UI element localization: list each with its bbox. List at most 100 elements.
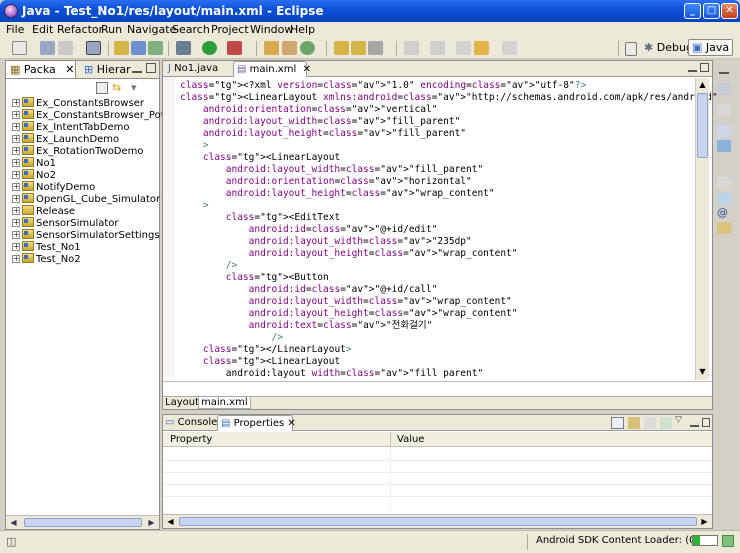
tab-no1-java[interactable]: J No1.java (165, 61, 229, 77)
project-item[interactable]: + Test_No2 (12, 253, 81, 265)
minimize-view-icon[interactable] (690, 418, 699, 427)
external-tools-icon[interactable] (227, 41, 242, 55)
close-icon[interactable]: ✕ (302, 64, 310, 75)
filter-icon[interactable] (628, 417, 640, 429)
minimize-editor-icon[interactable] (688, 63, 697, 72)
expand-icon[interactable]: + (12, 123, 20, 131)
code-line[interactable]: android:layout_width=class="av">"235dp" (180, 236, 472, 248)
perspective-java[interactable]: ▣ Java (688, 39, 734, 56)
code-line[interactable]: android:layout_height=class="av">"wrap_c… (180, 308, 518, 320)
declaration-icon[interactable] (717, 222, 731, 234)
javadoc-icon[interactable]: @ (717, 207, 731, 219)
close-icon[interactable]: ✕ (287, 418, 295, 429)
scroll-left-icon[interactable]: ◀ (165, 516, 176, 527)
trim-icon[interactable] (717, 104, 731, 116)
pin-icon[interactable] (660, 417, 672, 429)
expand-icon[interactable]: + (12, 159, 20, 167)
maximize-editor-icon[interactable] (700, 63, 709, 72)
project-item[interactable]: + No2 (12, 169, 56, 181)
menu-navigate[interactable]: Navigate (127, 23, 176, 36)
menu-project[interactable]: Project (211, 23, 249, 36)
code-line[interactable]: class="tg"><LinearLayout (180, 356, 340, 368)
expand-icon[interactable]: + (12, 255, 20, 263)
expand-icon[interactable]: + (12, 195, 20, 203)
outline-view-icon[interactable] (717, 140, 731, 152)
minimize-button[interactable]: _ (684, 3, 701, 19)
code-line[interactable]: android:text=class="av">"전화걸기" (180, 320, 433, 332)
code-line[interactable]: android:layout_width=class="av">"fill_pa… (180, 116, 460, 128)
outline-icon[interactable] (717, 83, 731, 95)
menu-file[interactable]: File (6, 23, 24, 36)
menu-run[interactable]: Run (101, 23, 122, 36)
code-line[interactable]: android:id=class="av">"@+id/edit" (180, 224, 438, 236)
expand-icon[interactable]: + (12, 243, 20, 251)
last-edit-icon[interactable] (456, 41, 471, 55)
folder-icon[interactable] (351, 41, 366, 55)
project-item[interactable]: + SensorSimulator (12, 217, 119, 229)
tab-package-explorer[interactable]: ▦ Packa ✕ (6, 61, 76, 78)
expand-icon[interactable]: + (12, 135, 20, 143)
run-icon[interactable] (202, 41, 217, 55)
code-line[interactable]: > (180, 200, 209, 212)
scroll-right-icon[interactable]: ▶ (146, 517, 157, 528)
scroll-down-icon[interactable]: ▼ (697, 366, 708, 377)
project-item[interactable]: + Ex_IntentTabDemo (12, 121, 130, 133)
code-line[interactable]: android:layout_height=class="av">"wrap_c… (180, 188, 495, 200)
back-icon[interactable] (474, 41, 489, 55)
project-item[interactable]: + SensorSimulatorSettings (12, 229, 160, 241)
project-item[interactable]: + Ex_ConstantsBrowser_Powe (12, 109, 175, 121)
open-type-icon[interactable] (114, 41, 129, 55)
code-line[interactable]: > (180, 140, 209, 152)
scroll-thumb[interactable] (697, 93, 708, 158)
editor-vertical-scrollbar[interactable]: ▲ ▼ (695, 78, 709, 380)
expand-icon[interactable]: + (12, 111, 20, 119)
column-property[interactable]: Property (170, 434, 212, 445)
code-line[interactable]: android:orientation=class="av">"horizont… (180, 176, 472, 188)
categories-icon[interactable] (611, 417, 624, 429)
code-line[interactable]: /> (180, 260, 237, 272)
task-list-icon[interactable] (717, 125, 731, 137)
tab-main-xml[interactable]: ▤ main.xml ✕ (233, 61, 311, 77)
scroll-right-icon[interactable]: ▶ (699, 516, 710, 527)
debug-icon[interactable] (176, 41, 191, 55)
project-item[interactable]: + Ex_RotationTwoDemo (12, 145, 144, 157)
fast-view-icon[interactable]: ◫ (6, 536, 18, 548)
project-item[interactable]: + Release (12, 205, 75, 217)
print-icon[interactable] (58, 41, 73, 55)
code-line[interactable]: class="tg"><EditText (180, 212, 340, 224)
project-item[interactable]: + Ex_LaunchDemo (12, 133, 119, 145)
open-folder-icon[interactable] (334, 41, 349, 55)
new-class-icon[interactable] (131, 41, 146, 55)
code-line[interactable]: class="tg"><Button (180, 272, 329, 284)
view-menu-icon[interactable]: ▾ (131, 82, 143, 94)
maximize-button[interactable]: □ (703, 3, 720, 19)
close-icon[interactable]: ✕ (65, 63, 74, 76)
tab-properties[interactable]: ▤ Properties ✕ (217, 415, 296, 431)
search-icon[interactable] (264, 41, 279, 55)
code-line[interactable]: android:layout width=class="av">"fill pa… (180, 368, 483, 378)
expand-icon[interactable]: + (12, 231, 20, 239)
forward-icon[interactable] (502, 41, 517, 55)
menu-help[interactable]: Help (290, 23, 315, 36)
trim-icon[interactable] (717, 177, 731, 189)
minimize-view-icon[interactable] (132, 63, 142, 73)
code-line[interactable]: class="tg"><LinearLayout xmlns:android=c… (180, 92, 718, 104)
pen-icon[interactable] (368, 41, 383, 55)
expand-icon[interactable]: + (12, 219, 20, 227)
project-item[interactable]: + Ex_ConstantsBrowser (12, 97, 144, 109)
code-line[interactable]: class="tg"></LinearLayout> (180, 344, 352, 356)
project-item[interactable]: + No1 (12, 157, 56, 169)
column-value[interactable]: Value (397, 434, 424, 445)
horizontal-scrollbar[interactable]: ◀ ▶ (6, 515, 159, 529)
code-line[interactable]: android:layout_height=class="av">"wrap_c… (180, 248, 518, 260)
new-icon[interactable] (12, 41, 27, 55)
scroll-thumb[interactable] (24, 518, 142, 527)
menu-window[interactable]: Window (250, 23, 293, 36)
refresh-icon[interactable] (300, 41, 315, 55)
expand-icon[interactable]: + (12, 183, 20, 191)
restore-default-icon[interactable] (644, 417, 656, 429)
tab-console[interactable]: ▭ Console (165, 416, 217, 430)
progress-view-icon[interactable] (722, 535, 734, 547)
scroll-up-icon[interactable]: ▲ (697, 79, 708, 90)
next-annotation-icon[interactable] (404, 41, 419, 55)
